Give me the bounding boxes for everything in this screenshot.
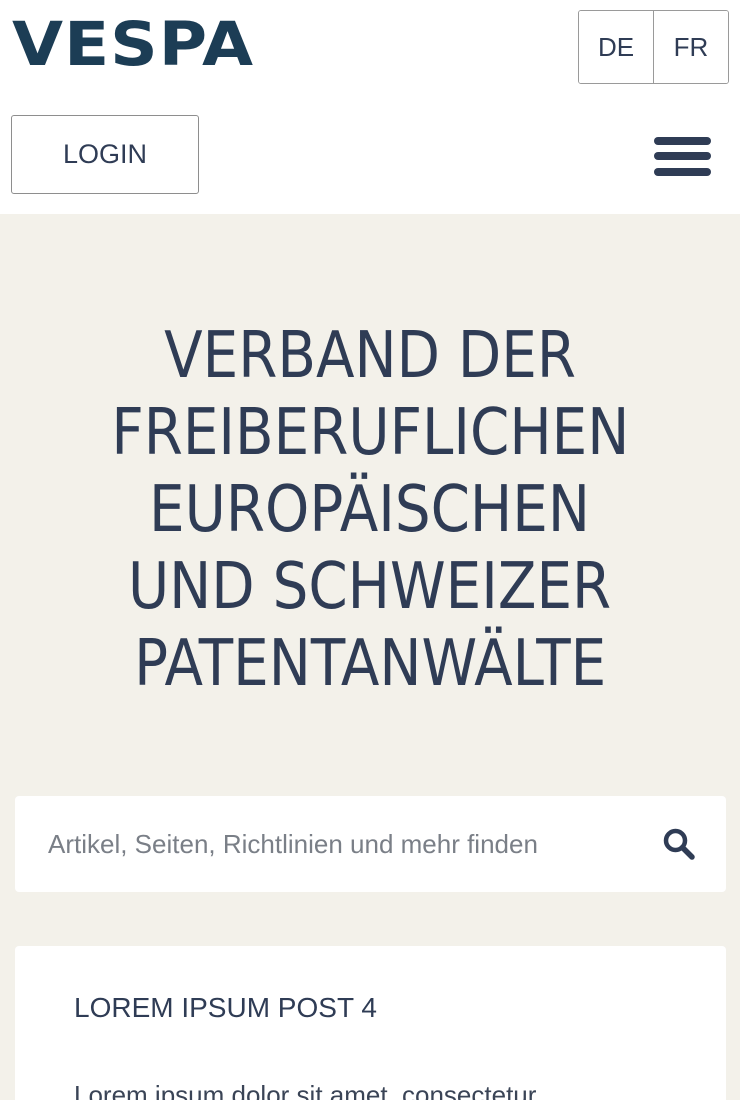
hero-title-line: VERBAND DER xyxy=(164,319,576,393)
post-card[interactable]: LOREM IPSUM POST 4 Lorem ipsum dolor sit… xyxy=(15,946,726,1100)
site-header: VESPA DE FR LOGIN xyxy=(0,0,740,214)
search-icon[interactable] xyxy=(662,827,696,861)
hero-title: VERBAND DER FREIBERUFLICHEN EUROPÄISCHEN… xyxy=(0,318,740,703)
menu-icon-bar xyxy=(654,137,711,145)
site-logo[interactable]: VESPA xyxy=(12,8,254,82)
menu-icon[interactable] xyxy=(650,132,714,180)
login-button[interactable]: LOGIN xyxy=(11,115,199,194)
hero-title-line: EUROPÄISCHEN xyxy=(149,473,591,547)
hero-section: VERBAND DER FREIBERUFLICHEN EUROPÄISCHEN… xyxy=(0,214,740,1100)
menu-icon-bar xyxy=(654,168,711,176)
language-fr-button[interactable]: FR xyxy=(653,11,728,83)
hero-title-line: UND SCHWEIZER xyxy=(128,550,612,624)
post-title[interactable]: LOREM IPSUM POST 4 xyxy=(74,992,377,1024)
language-de-button[interactable]: DE xyxy=(579,11,653,83)
post-excerpt: Lorem ipsum dolor sit amet, consectetur xyxy=(74,1080,537,1100)
search-input[interactable] xyxy=(15,796,662,892)
language-switcher: DE FR xyxy=(578,10,729,84)
menu-icon-bar xyxy=(654,152,711,160)
hero-title-line: FREIBERUFLICHEN xyxy=(110,396,630,470)
hero-title-line: PATENTANWÄLTE xyxy=(133,627,607,701)
search-box xyxy=(15,796,726,892)
